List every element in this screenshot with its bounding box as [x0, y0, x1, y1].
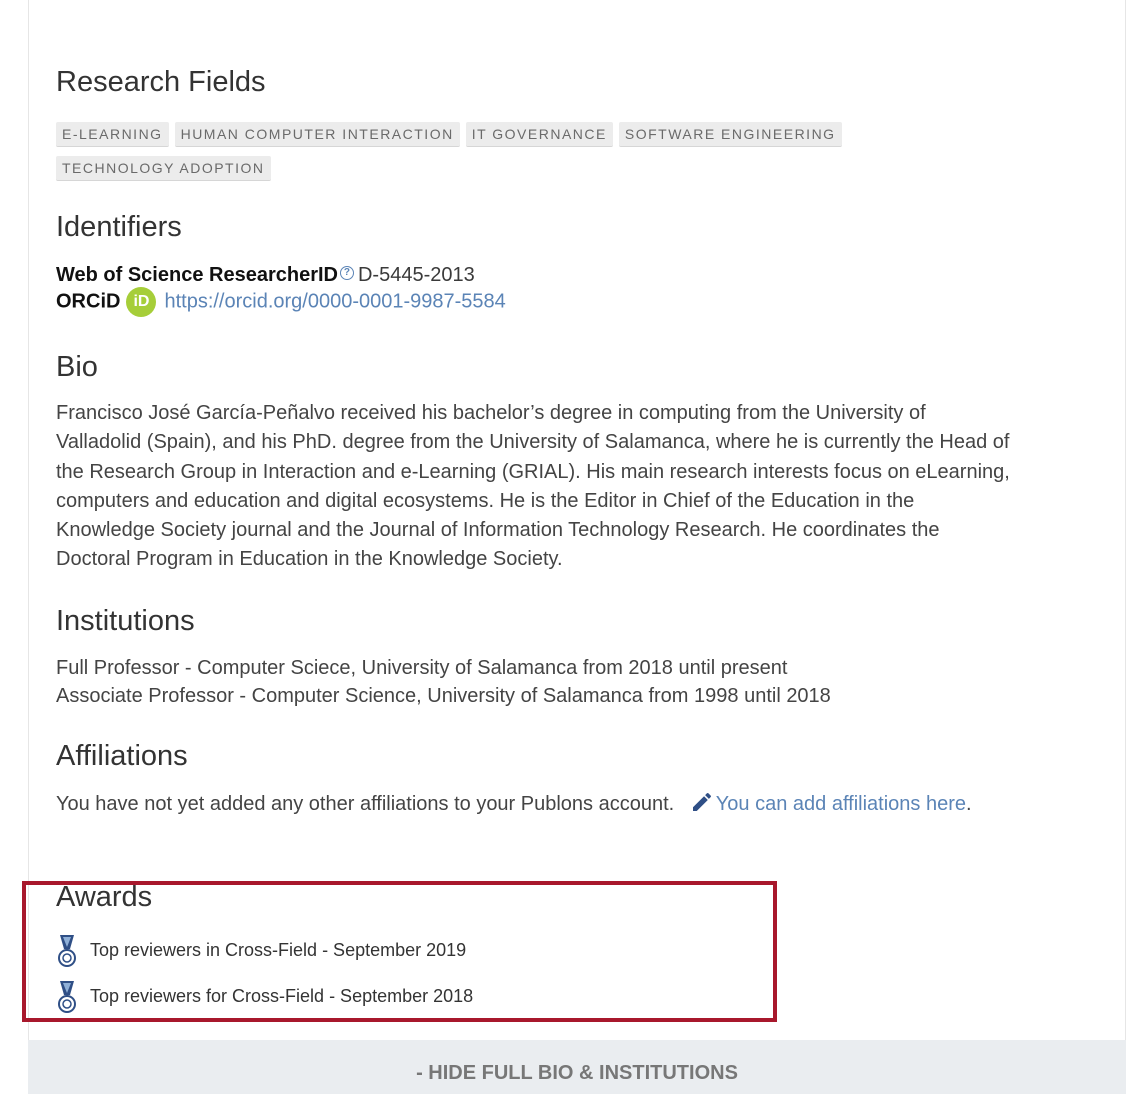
bio-heading: Bio [56, 351, 98, 383]
identifiers-heading: Identifiers [56, 211, 182, 243]
research-field-tags: E-LEARNING HUMAN COMPUTER INTERACTION IT G… [56, 122, 856, 190]
tag-technology-adoption[interactable]: TECHNOLOGY ADOPTION [56, 156, 271, 181]
pencil-icon[interactable] [690, 790, 714, 814]
help-icon[interactable]: ? [339, 266, 354, 280]
wos-researcher-id: Web of Science ResearcherID? D-5445-2013 [56, 264, 475, 287]
institution-item: Associate Professor - Computer Science, … [56, 685, 831, 707]
tag-human-computer-interaction[interactable]: HUMAN COMPUTER INTERACTION [174, 122, 460, 147]
institutions-list: Full Professor - Computer Sciece, Univer… [56, 654, 831, 710]
affiliations-message: You have not yet added any other affilia… [56, 793, 675, 815]
affiliations-text: You have not yet added any other affilia… [56, 789, 996, 820]
orcid-id: ORCiD iD https://orcid.org/0000-0001-9987-… [56, 287, 506, 317]
institutions-heading: Institutions [56, 605, 195, 637]
wos-label: Web of Science ResearcherID [56, 264, 338, 286]
research-fields-heading: Research Fields [56, 66, 266, 98]
institution-item: Full Professor - Computer Sciece, Univer… [56, 657, 788, 679]
orcid-icon: iD [126, 287, 157, 317]
orcid-label: ORCiD [56, 290, 121, 313]
wos-value: D-5445-2013 [357, 264, 475, 286]
awards-highlight-box [22, 881, 777, 1022]
hide-full-bio-button[interactable]: - HIDE FULL BIO & INSTITUTIONS [28, 1040, 1126, 1094]
affiliations-heading: Affiliations [56, 740, 188, 772]
add-affiliations-link[interactable]: You can add affiliations here [716, 793, 966, 815]
orcid-link[interactable]: https://orcid.org/0000-0001-9987-5584 [164, 290, 505, 312]
tag-e-learning[interactable]: E-LEARNING [56, 122, 169, 147]
bio-text: Francisco José García-Peñalvo received h… [56, 402, 1010, 571]
affiliations-trailing: . [965, 793, 972, 815]
tag-software-engineering[interactable]: SOFTWARE ENGINEERING [618, 122, 842, 147]
tag-it-governance[interactable]: IT GOVERNANCE [465, 122, 613, 147]
